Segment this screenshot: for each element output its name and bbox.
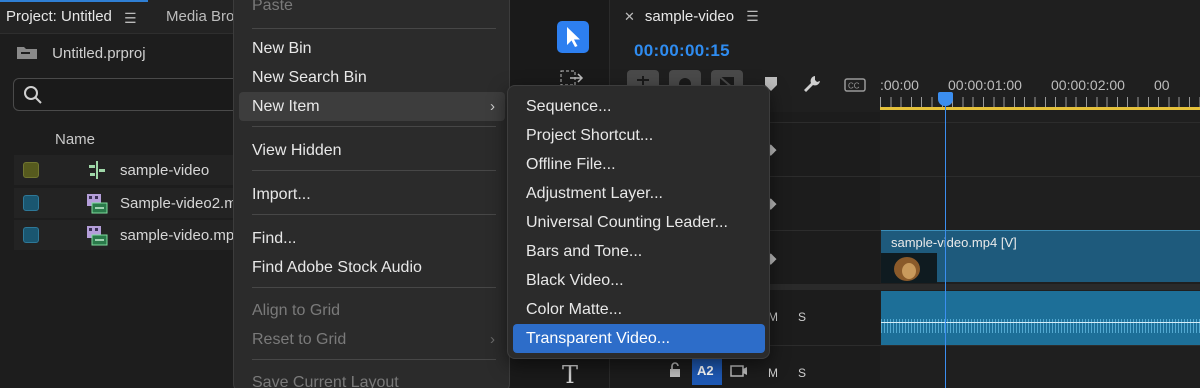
submenu-item-black-video[interactable]: Black Video... <box>513 266 765 295</box>
submenu-item-sequence[interactable]: Sequence... <box>513 92 765 121</box>
tab-media-browser[interactable]: Media Bro <box>166 8 234 25</box>
timeline-settings-wrench-icon[interactable] <box>802 74 822 99</box>
sync-lock-icon[interactable] <box>730 364 748 383</box>
sequence-tab-label: sample-video <box>644 8 735 25</box>
panel-menu-icon[interactable]: ☰ <box>746 8 759 24</box>
submenu-item-transparent-video[interactable]: Transparent Video... <box>513 324 765 353</box>
menu-item-label: Save Current Layout <box>252 374 399 388</box>
video-clip-icon <box>86 193 108 220</box>
work-area-bar[interactable] <box>880 107 1200 110</box>
menu-separator <box>252 170 496 171</box>
submenu-item-offline-file[interactable]: Offline File... <box>513 150 765 179</box>
project-item-label: sample-video.mp <box>120 227 235 244</box>
video-clip[interactable]: sample-video.mp4 [V] <box>881 230 1200 283</box>
menu-item-save-layout[interactable]: Save Current Layout <box>239 368 505 388</box>
tab-project[interactable]: Project: Untitled ☰ <box>0 0 148 34</box>
menu-separator <box>252 126 496 127</box>
menu-separator <box>252 287 496 288</box>
volume-line[interactable] <box>881 322 1200 323</box>
label-color-chip[interactable] <box>23 227 39 243</box>
ruler-label: 00 <box>1154 77 1170 93</box>
clip-thumbnail <box>881 253 937 283</box>
tab-sequence[interactable]: ✕ sample-video ☰ <box>624 8 759 25</box>
submenu-chevron-icon: › <box>490 331 495 348</box>
selection-arrow-icon <box>567 27 580 47</box>
menu-item-label: Reset to Grid <box>252 331 347 348</box>
ruler-label: 00:00:02:00 <box>1051 77 1125 93</box>
menu-item-label: Import... <box>252 186 311 203</box>
playhead-timecode[interactable]: 00:00:00:15 <box>634 41 730 61</box>
project-item-row[interactable]: Sample-video2.m <box>14 188 240 218</box>
menu-item-new-bin[interactable]: New Bin <box>239 34 505 63</box>
menu-item-label: New Item <box>252 98 320 115</box>
menu-item-label: Paste <box>252 0 293 14</box>
submenu-item-bars-and-tone[interactable]: Bars and Tone... <box>513 237 765 266</box>
selection-tool-button[interactable] <box>557 21 589 53</box>
time-ruler[interactable]: :00:00 00:00:01:00 00:00:02:00 00 <box>880 66 1200 110</box>
menu-item-label: New Bin <box>252 40 312 57</box>
ruler-label: :00:00 <box>880 77 919 93</box>
menu-item-align-to-grid[interactable]: Align to Grid <box>239 296 505 325</box>
menu-item-label: View Hidden <box>252 142 342 159</box>
mute-track-button[interactable]: M <box>768 366 778 380</box>
search-input[interactable] <box>13 78 253 111</box>
project-folder-icon <box>16 44 38 64</box>
menu-item-import[interactable]: Import... <box>239 180 505 209</box>
captions-icon[interactable]: CC <box>844 78 866 97</box>
menu-item-new-search-bin[interactable]: New Search Bin <box>239 63 505 92</box>
menu-item-label: Align to Grid <box>252 302 341 319</box>
context-menu: Paste New Bin New Search Bin New Item › V… <box>233 0 510 388</box>
label-color-chip[interactable] <box>23 195 39 211</box>
project-tab-bar: Project: Untitled ☰ Media Bro <box>0 0 240 34</box>
submenu-item-project-shortcut[interactable]: Project Shortcut... <box>513 121 765 150</box>
submenu-item-color-matte[interactable]: Color Matte... <box>513 295 765 324</box>
project-file-name: Untitled.prproj <box>52 44 146 62</box>
close-tab-icon[interactable]: ✕ <box>624 9 635 24</box>
project-file: Untitled.prproj <box>16 44 146 64</box>
submenu-chevron-icon: › <box>490 98 495 115</box>
solo-track-button[interactable]: S <box>798 366 806 380</box>
lock-track-icon[interactable] <box>668 362 682 383</box>
submenu-item-adjustment-layer[interactable]: Adjustment Layer... <box>513 179 765 208</box>
menu-item-find[interactable]: Find... <box>239 224 505 253</box>
menu-item-view-hidden[interactable]: View Hidden <box>239 136 505 165</box>
project-item-label: Sample-video2.m <box>120 195 237 212</box>
tab-project-label: Project: Untitled <box>6 8 112 25</box>
project-item-row[interactable]: sample-video <box>14 155 240 185</box>
ruler-label: 00:00:01:00 <box>948 77 1022 93</box>
ruler-ticks <box>880 97 1200 107</box>
menu-item-paste[interactable]: Paste <box>239 0 505 20</box>
menu-item-new-item[interactable]: New Item › <box>239 92 505 121</box>
video-clip-label: sample-video.mp4 [V] <box>891 235 1017 250</box>
solo-track-button[interactable]: S <box>798 310 806 324</box>
menu-separator <box>252 28 496 29</box>
audio-clip[interactable] <box>881 291 1200 345</box>
menu-separator <box>252 214 496 215</box>
type-tool-icon[interactable]: T <box>562 361 578 388</box>
video-clip-icon <box>86 225 108 252</box>
menu-item-label: Find Adobe Stock Audio <box>252 259 422 276</box>
project-item-row[interactable]: sample-video.mp <box>14 220 240 250</box>
panel-menu-icon[interactable]: ☰ <box>124 10 137 27</box>
menu-item-find-stock-audio[interactable]: Find Adobe Stock Audio <box>239 253 505 282</box>
new-item-submenu: Sequence... Project Shortcut... Offline … <box>507 85 770 359</box>
menu-item-reset-to-grid[interactable]: Reset to Grid › <box>239 325 505 354</box>
project-panel: Project: Untitled ☰ Media Bro Untitled.p… <box>0 0 253 388</box>
svg-text:CC: CC <box>848 82 860 91</box>
label-color-chip[interactable] <box>23 162 39 178</box>
audio-track-target[interactable]: A2 <box>692 357 722 385</box>
sequence-icon <box>86 160 108 185</box>
submenu-item-counting-leader[interactable]: Universal Counting Leader... <box>513 208 765 237</box>
menu-item-label: New Search Bin <box>252 69 367 86</box>
column-header-name[interactable]: Name <box>55 131 95 148</box>
menu-separator <box>252 359 496 360</box>
menu-item-label: Find... <box>252 230 297 247</box>
project-item-label: sample-video <box>120 162 210 179</box>
playhead-line[interactable] <box>945 92 946 388</box>
search-icon <box>24 86 42 104</box>
